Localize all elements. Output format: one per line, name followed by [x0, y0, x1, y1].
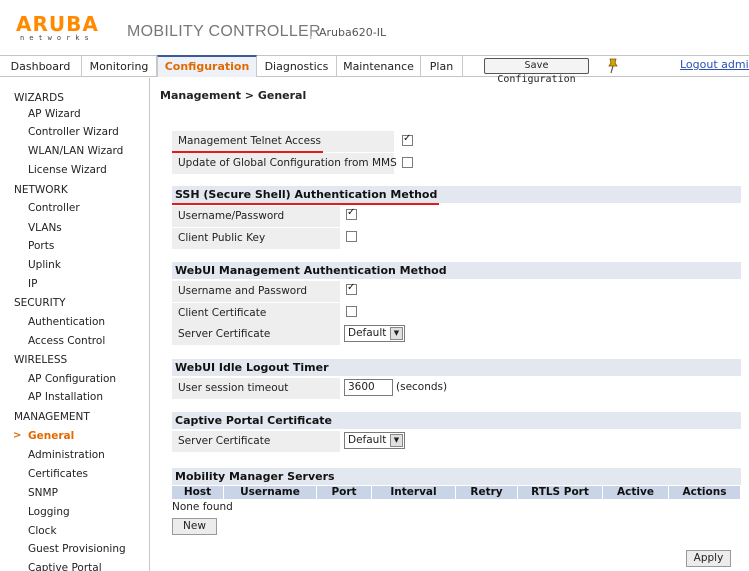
captive-server-cert-value: Default	[348, 434, 387, 446]
pin-icon[interactable]	[607, 58, 619, 74]
sidebar-item-snmp[interactable]: SNMP	[28, 487, 58, 499]
logout-link[interactable]: Logout admin	[680, 56, 749, 74]
sidebar: WIZARDS AP Wizard Controller Wizard WLAN…	[0, 78, 150, 571]
dropdown-arrow-icon: ▼	[390, 434, 403, 447]
mms-update-label: Update of Global Configuration from MMS	[172, 153, 397, 174]
apply-button[interactable]: Apply	[686, 550, 731, 567]
app-header: ARUBA networks MOBILITY CONTROLLER | Aru…	[0, 0, 749, 54]
webui-auth-section-header: WebUI Management Authentication Method	[172, 262, 741, 279]
ssh-pubkey-label: Client Public Key	[172, 228, 340, 249]
product-title: MOBILITY CONTROLLER	[127, 23, 321, 40]
sidebar-item-ports[interactable]: Ports	[28, 240, 54, 252]
telnet-checkbox[interactable]: ✓	[402, 133, 413, 146]
tab-dashboard[interactable]: Dashboard	[0, 56, 82, 77]
ssh-section-header: SSH (Secure Shell) Authentication Method	[172, 186, 741, 203]
logo-word: ARUBA	[16, 12, 99, 36]
sidebar-item-ap-installation[interactable]: AP Installation	[28, 391, 103, 403]
check-icon: ✓	[347, 282, 356, 293]
idle-timer-section-header: WebUI Idle Logout Timer	[172, 359, 741, 376]
webui-server-cert-value: Default	[348, 327, 387, 339]
sidebar-item-general[interactable]: General	[28, 430, 74, 442]
webui-client-cert-label: Client Certificate	[172, 303, 340, 324]
active-item-marker: >	[13, 430, 22, 441]
sidebar-item-administration[interactable]: Administration	[28, 449, 105, 461]
sidebar-item-wlan-lan-wizard[interactable]: WLAN/LAN Wizard	[28, 145, 123, 157]
dropdown-arrow-icon: ▼	[390, 327, 403, 340]
tab-diagnostics[interactable]: Diagnostics	[257, 56, 337, 77]
mms-update-checkbox[interactable]	[402, 157, 413, 168]
col-actions: Actions	[669, 486, 741, 499]
sidebar-item-clock[interactable]: Clock	[28, 525, 57, 537]
controller-hostname: Aruba620-IL	[319, 26, 387, 39]
col-port: Port	[317, 486, 372, 499]
sidebar-item-access-control[interactable]: Access Control	[28, 335, 105, 347]
sidebar-item-controller-wizard[interactable]: Controller Wizard	[28, 126, 119, 138]
sidebar-item-uplink[interactable]: Uplink	[28, 259, 61, 271]
mms-empty-text: None found	[172, 501, 233, 513]
telnet-label: Management Telnet Access	[172, 131, 394, 152]
new-server-button[interactable]: New	[172, 518, 217, 535]
tab-maintenance[interactable]: Maintenance	[337, 56, 421, 77]
sidebar-item-controller[interactable]: Controller	[28, 202, 80, 214]
sidebar-section-security: SECURITY	[14, 297, 66, 309]
page-title: Management > General	[160, 89, 307, 102]
captive-portal-section-header: Captive Portal Certificate	[172, 412, 741, 429]
sidebar-item-ap-wizard[interactable]: AP Wizard	[28, 108, 81, 120]
col-username: Username	[224, 486, 317, 499]
session-timeout-unit: (seconds)	[396, 381, 448, 393]
sidebar-item-guest-provisioning[interactable]: Guest Provisioning	[28, 543, 126, 555]
ssh-pubkey-checkbox[interactable]	[346, 231, 357, 242]
sidebar-section-wireless: WIRELESS	[14, 354, 68, 366]
tab-plan[interactable]: Plan	[421, 56, 463, 77]
save-configuration-button[interactable]: Save Configuration	[484, 58, 589, 85]
tab-monitoring[interactable]: Monitoring	[82, 56, 157, 77]
check-icon: ✓	[347, 207, 356, 218]
sidebar-section-management: MANAGEMENT	[14, 411, 90, 423]
aruba-logo: ARUBA networks	[16, 14, 108, 44]
sidebar-item-captive-portal[interactable]: Captive Portal	[28, 562, 102, 571]
webui-server-cert-select[interactable]: Default ▼	[344, 325, 405, 342]
col-interval: Interval	[372, 486, 456, 499]
ssh-highlight-underline	[172, 203, 439, 205]
sidebar-section-network: NETWORK	[14, 184, 68, 196]
webui-client-cert-checkbox[interactable]	[346, 306, 357, 317]
col-active: Active	[603, 486, 669, 499]
ssh-userpass-label: Username/Password	[172, 206, 340, 227]
sidebar-item-certificates[interactable]: Certificates	[28, 468, 88, 480]
check-icon: ✓	[403, 133, 412, 144]
webui-userpass-label: Username and Password	[172, 281, 340, 302]
session-timeout-label: User session timeout	[172, 378, 340, 399]
sidebar-item-vlans[interactable]: VLANs	[28, 222, 62, 234]
webui-userpass-checkbox[interactable]: ✓	[346, 282, 357, 295]
sidebar-item-ip[interactable]: IP	[28, 278, 37, 290]
col-rtls-port: RTLS Port	[518, 486, 603, 499]
captive-server-cert-select[interactable]: Default ▼	[344, 432, 405, 449]
sidebar-item-license-wizard[interactable]: License Wizard	[28, 164, 107, 176]
ssh-userpass-checkbox[interactable]: ✓	[346, 207, 357, 220]
main-tab-bar: Dashboard Monitoring Configuration Diagn…	[0, 55, 749, 85]
sidebar-section-wizards: WIZARDS	[14, 92, 64, 104]
sidebar-item-logging[interactable]: Logging	[28, 506, 70, 518]
captive-server-cert-label: Server Certificate	[172, 431, 340, 452]
col-retry: Retry	[456, 486, 518, 499]
session-timeout-input[interactable]: 3600	[344, 379, 393, 396]
tab-configuration[interactable]: Configuration	[157, 55, 257, 77]
mms-table-header: Host Username Port Interval Retry RTLS P…	[172, 486, 741, 499]
title-separator: |	[309, 23, 313, 39]
logo-subtitle: networks	[20, 34, 94, 42]
sidebar-item-ap-configuration[interactable]: AP Configuration	[28, 373, 116, 385]
webui-server-cert-label: Server Certificate	[172, 324, 340, 345]
col-host: Host	[172, 486, 224, 499]
sidebar-item-authentication[interactable]: Authentication	[28, 316, 105, 328]
mms-section-header: Mobility Manager Servers	[172, 468, 741, 485]
